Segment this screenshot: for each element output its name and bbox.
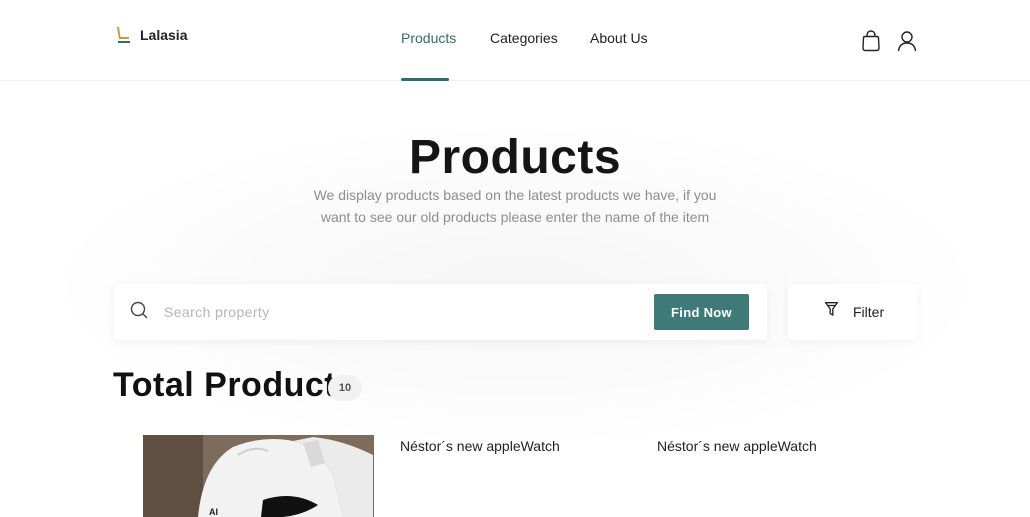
page-title: Products [408,131,622,184]
search-icon [130,301,148,319]
bag-icon[interactable] [861,30,881,52]
total-products-title: Total Products [113,366,356,404]
site-header: Lalasia Products Categories About Us [0,0,1030,81]
filter-icon [824,302,839,317]
product-title[interactable]: Néstor´s new appleWatch [400,438,560,454]
active-nav-indicator [401,78,449,81]
nav-about-us[interactable]: About Us [590,30,648,46]
filter-button[interactable]: Filter [788,284,917,340]
svg-text:AI: AI [209,507,218,517]
product-count-badge: 10 [328,375,362,401]
nav-categories[interactable]: Categories [490,30,558,46]
search-bar: Find Now [114,284,767,340]
product-title[interactable]: Néstor´s new appleWatch [657,438,817,454]
find-now-button[interactable]: Find Now [654,294,749,330]
filter-label: Filter [853,304,885,320]
search-input[interactable] [164,298,634,326]
user-icon[interactable] [897,30,917,52]
product-image[interactable]: AI [143,435,374,517]
nav-products[interactable]: Products [401,30,456,46]
page-description: We display products based on the latest … [313,187,717,225]
